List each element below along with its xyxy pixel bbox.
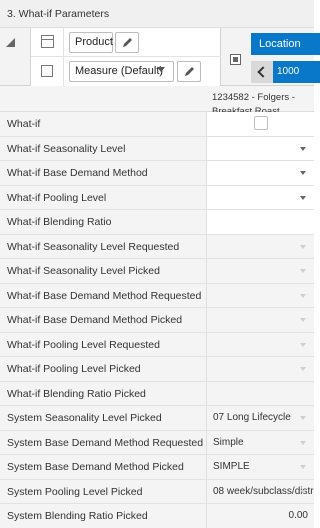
- table-row: System Base Demand Method Requested Simpl…: [0, 430, 314, 455]
- edit-product-button[interactable]: [115, 32, 139, 53]
- chevron-down-icon: [300, 318, 306, 322]
- table-row: What-if Seasonality Level Requested: [0, 234, 314, 259]
- row-label: What-if Pooling Level Picked: [0, 357, 207, 381]
- table-row: What-if Seasonality Level Picked: [0, 259, 314, 284]
- chevron-down-icon: [300, 489, 306, 494]
- chevron-down-icon[interactable]: [300, 195, 306, 200]
- table-row: System Pooling Level Picked 08 week/subcl…: [0, 479, 314, 504]
- table-row: What-if Blending Ratio: [0, 210, 314, 235]
- previous-location-button[interactable]: [251, 61, 273, 83]
- table-row: What-if Blending Ratio Picked: [0, 381, 314, 406]
- row-label: What-if: [0, 112, 207, 136]
- row-label: What-if Base Demand Method Requested: [0, 283, 207, 307]
- chevron-down-icon: [300, 269, 306, 273]
- data-cell: [207, 332, 314, 356]
- chevron-down-icon: [300, 440, 306, 445]
- row-label: System Blending Ratio Picked: [0, 504, 207, 528]
- table-row: What-if Pooling Level Requested: [0, 332, 314, 357]
- table-row: System Blending Ratio Picked 0.00: [0, 504, 314, 528]
- collapse-triangle-icon: [6, 38, 15, 47]
- data-cell: [207, 259, 314, 283]
- data-cell[interactable]: [207, 210, 314, 234]
- table-row: System Base Demand Method Picked SIMPLE: [0, 455, 314, 480]
- data-cell: 08 week/subclass/district: [207, 479, 314, 503]
- row-label: System Base Demand Method Picked: [0, 455, 207, 479]
- table-row: What-if Base Demand Method Requested: [0, 283, 314, 308]
- grid-icon: [41, 35, 54, 48]
- row-label: What-if Seasonality Level: [0, 136, 207, 160]
- what-if-checkbox[interactable]: [254, 116, 268, 130]
- chevron-down-icon: [300, 465, 306, 469]
- cell-value: Simple: [213, 436, 244, 448]
- table-row: What-if Seasonality Level: [0, 136, 314, 161]
- table-row: What-if Pooling Level Picked: [0, 357, 314, 382]
- row-label: What-if Seasonality Level Picked: [0, 259, 207, 283]
- chevron-down-icon: [300, 293, 306, 298]
- chevron-down-icon: [300, 244, 306, 249]
- row-label: What-if Seasonality Level Requested: [0, 234, 207, 258]
- data-cell[interactable]: [207, 136, 314, 160]
- table-row: What-if Pooling Level: [0, 185, 314, 210]
- measure-grid: What-if What-if Seasonality Level What-if …: [0, 112, 314, 528]
- pencil-icon: [123, 38, 132, 47]
- row-label: System Base Demand Method Requested: [0, 430, 207, 454]
- panel-title: 3. What-if Parameters: [0, 0, 314, 28]
- row-label: What-if Base Demand Method Picked: [0, 308, 207, 332]
- row-label: System Pooling Level Picked: [0, 479, 207, 503]
- pivot-header: Product Measure (Default) Location 1000: [0, 28, 320, 86]
- product-column-header: 1234582 - Folgers - Breakfast Roast: [212, 92, 295, 112]
- data-cell[interactable]: [207, 161, 314, 185]
- dimension-row-product: Product: [31, 28, 221, 57]
- chevron-down-icon: [300, 416, 306, 420]
- checkbox-icon: [41, 65, 53, 77]
- location-dimension-tile[interactable]: Location: [251, 33, 320, 55]
- pencil-icon: [185, 67, 194, 76]
- chevron-down-icon[interactable]: [300, 171, 306, 175]
- collapse-toggle[interactable]: [0, 28, 31, 86]
- table-row: What-if: [0, 112, 314, 137]
- row-label: What-if Blending Ratio Picked: [0, 381, 207, 405]
- location-navigator: 1000: [251, 61, 320, 83]
- chevron-down-icon[interactable]: [300, 146, 306, 151]
- location-value: 1000: [277, 66, 300, 77]
- cell-value: 07 Long Lifecycle: [213, 412, 291, 423]
- data-cell: [207, 308, 314, 332]
- data-cell: 0.00: [207, 504, 314, 528]
- table-row: What-if Base Demand Method Picked: [0, 308, 314, 333]
- data-cell: 07 Long Lifecycle: [207, 406, 314, 430]
- data-cell: SIMPLE: [207, 455, 314, 479]
- row-label: What-if Pooling Level: [0, 185, 207, 209]
- data-cell: [207, 357, 314, 381]
- data-cell: Simple: [207, 430, 314, 454]
- chevron-down-icon[interactable]: [157, 67, 165, 72]
- dimension-row-measure: Measure (Default): [31, 57, 221, 86]
- table-row: System Seasonality Level Picked 07 Long L…: [0, 406, 314, 431]
- cell-value: 08 week/subclass/district: [213, 485, 314, 497]
- data-cell[interactable]: [207, 185, 314, 209]
- column-dimension-area: Location 1000: [221, 28, 320, 86]
- column-dimension-icon: [230, 54, 241, 65]
- measure-dimension-label: Measure (Default): [75, 65, 164, 77]
- row-label: System Seasonality Level Picked: [0, 406, 207, 430]
- row-dimension-area: Product Measure (Default): [31, 28, 221, 86]
- row-label: What-if Blending Ratio: [0, 210, 207, 234]
- edit-measure-button[interactable]: [177, 61, 201, 82]
- column-header-row: 1234582 - Folgers - Breakfast Roast: [0, 86, 314, 112]
- chevron-down-icon: [300, 367, 306, 371]
- row-label: What-if Base Demand Method: [0, 161, 207, 185]
- row-label: What-if Pooling Level Requested: [0, 332, 207, 356]
- data-cell: [207, 283, 314, 307]
- data-cell: [207, 381, 314, 405]
- cell-value: SIMPLE: [213, 461, 250, 472]
- table-row: What-if Base Demand Method: [0, 161, 314, 186]
- data-cell: [207, 234, 314, 258]
- product-dimension-tile[interactable]: Product: [69, 32, 113, 53]
- chevron-down-icon: [300, 342, 306, 347]
- data-cell[interactable]: [207, 112, 314, 136]
